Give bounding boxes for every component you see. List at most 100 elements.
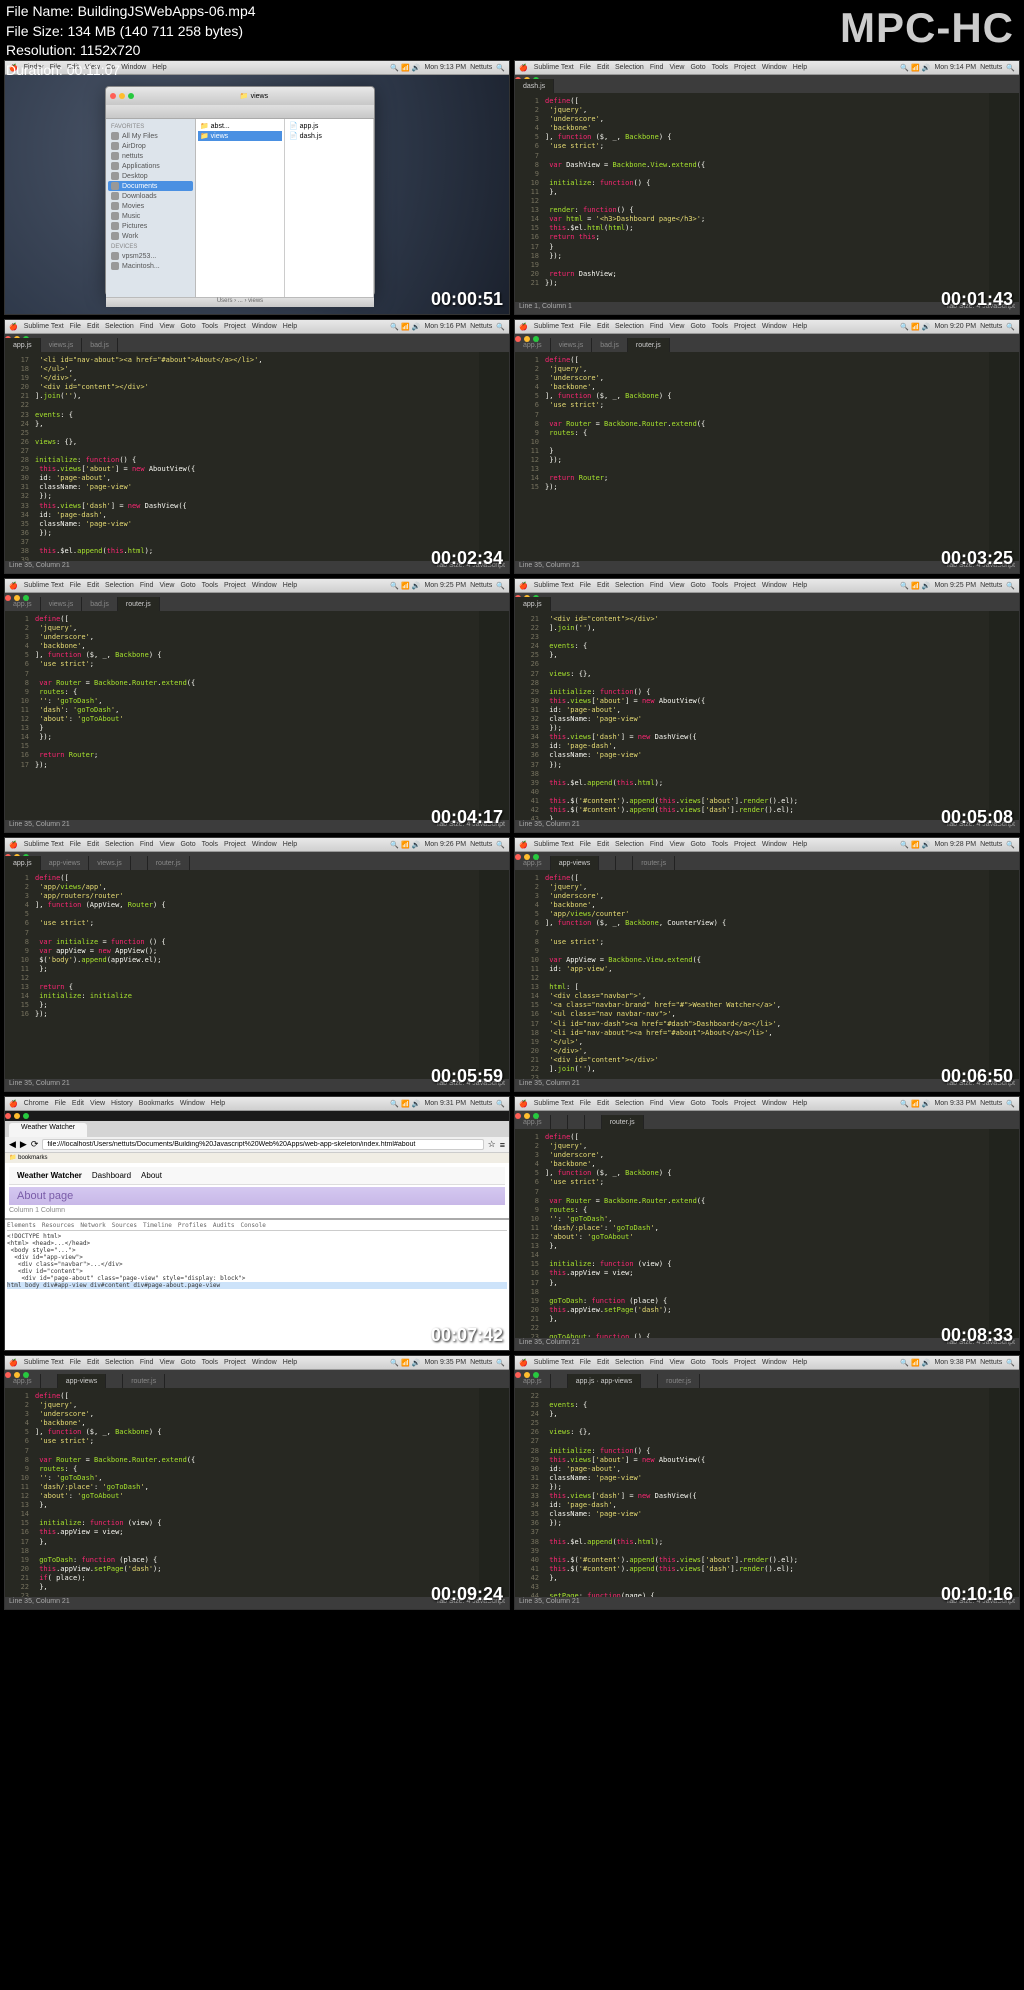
menu-item[interactable]: Goto — [180, 841, 195, 848]
traffic-lights[interactable] — [5, 1113, 29, 1119]
devtools-tab[interactable]: Console — [241, 1222, 266, 1229]
menu-item[interactable]: Edit — [87, 323, 99, 330]
editor-tab[interactable]: views.js — [41, 338, 83, 352]
video-thumbnail[interactable]: 🍎Sublime TextFileEditSelectionFindViewGo… — [514, 1096, 1020, 1351]
editor-tab[interactable] — [131, 856, 148, 870]
menu-item[interactable]: Selection — [615, 1359, 644, 1366]
menu-item[interactable]: Edit — [597, 582, 609, 589]
menu-item[interactable]: Help — [793, 1359, 807, 1366]
menu-item[interactable]: History — [111, 1100, 133, 1107]
browser-tab[interactable]: Weather Watcher — [9, 1123, 87, 1137]
apple-icon[interactable]: 🍎 — [519, 841, 528, 849]
menu-item[interactable]: Goto — [690, 841, 705, 848]
editor-tab[interactable]: dash.js — [515, 79, 554, 93]
apple-icon[interactable]: 🍎 — [519, 1100, 528, 1108]
menu-item[interactable]: Tools — [202, 841, 218, 848]
menu-item[interactable]: Window — [762, 1100, 787, 1107]
menu-item[interactable]: Find — [650, 1100, 664, 1107]
editor-tab[interactable]: views.js — [41, 597, 83, 611]
editor-tab[interactable]: app.js — [5, 856, 41, 870]
sidebar-item[interactable]: Desktop — [108, 171, 193, 181]
menu-item[interactable]: File — [70, 1359, 81, 1366]
menu-item[interactable]: View — [159, 841, 174, 848]
menu-item[interactable]: Window — [762, 1359, 787, 1366]
editor-tab[interactable]: app.js — [515, 338, 551, 352]
editor-tab[interactable]: views.js — [551, 338, 593, 352]
editor-tab[interactable]: router.js — [633, 856, 675, 870]
menu-item[interactable]: Help — [793, 1100, 807, 1107]
menu-item[interactable]: Tools — [712, 64, 728, 71]
menu-item[interactable]: Goto — [690, 1359, 705, 1366]
menu-item[interactable]: Sublime Text — [24, 323, 64, 330]
menu-item[interactable]: Project — [734, 1359, 756, 1366]
menu-item[interactable]: Help — [283, 323, 297, 330]
menu-item[interactable]: Find — [650, 323, 664, 330]
devtools-tab[interactable]: Audits — [213, 1222, 235, 1229]
devtools-tab[interactable]: Profiles — [178, 1222, 207, 1229]
sidebar-item[interactable]: Macintosh... — [108, 261, 193, 271]
editor-tab[interactable] — [599, 856, 616, 870]
menu-item[interactable]: Edit — [87, 841, 99, 848]
menu-item[interactable]: Goto — [180, 1359, 195, 1366]
menu-item[interactable]: Sublime Text — [534, 323, 574, 330]
menu-item[interactable]: Window — [180, 1100, 205, 1107]
sidebar-item[interactable]: Documents — [108, 181, 193, 191]
menu-item[interactable]: Tools — [202, 323, 218, 330]
code-editor[interactable]: 1define([2 'jquery',3 'underscore',4 'ba… — [515, 1129, 1019, 1351]
video-thumbnail[interactable]: 🍎Sublime TextFileEditSelectionFindViewGo… — [514, 60, 1020, 315]
finder-item[interactable]: 📁 views — [198, 131, 282, 141]
menu-item[interactable]: Goto — [180, 582, 195, 589]
sidebar-item[interactable]: AirDrop — [108, 141, 193, 151]
menu-item[interactable]: Tools — [712, 323, 728, 330]
finder-item[interactable]: 📄 app.js — [287, 121, 371, 131]
menu-item[interactable]: Sublime Text — [24, 582, 64, 589]
video-thumbnail[interactable]: 🍎Sublime TextFileEditSelectionFindViewGo… — [4, 837, 510, 1092]
menu-item[interactable]: Project — [734, 582, 756, 589]
editor-tab[interactable]: app.js — [5, 338, 41, 352]
minimap[interactable] — [479, 352, 509, 574]
menu-item[interactable]: Selection — [615, 582, 644, 589]
minimap[interactable] — [479, 870, 509, 1092]
menu-item[interactable]: Tools — [202, 1359, 218, 1366]
devtools-tab[interactable]: Network — [80, 1222, 105, 1229]
bookmarks-bar[interactable]: 📁 bookmarks — [5, 1153, 509, 1163]
menu-item[interactable]: Goto — [690, 582, 705, 589]
editor-tab[interactable]: router.js — [628, 338, 670, 352]
menu-item[interactable]: Sublime Text — [534, 582, 574, 589]
menu-item[interactable]: Find — [140, 1359, 154, 1366]
editor-tab[interactable]: bad.js — [592, 338, 628, 352]
menu-item[interactable]: File — [580, 323, 591, 330]
editor-tab[interactable] — [41, 1374, 58, 1388]
menu-item[interactable]: Selection — [615, 841, 644, 848]
video-thumbnail[interactable]: 🍎Sublime TextFileEditSelectionFindViewGo… — [4, 578, 510, 833]
code-editor[interactable]: 17 '<li id="nav-about"><a href="#about">… — [5, 352, 509, 574]
sidebar-item[interactable]: Pictures — [108, 221, 193, 231]
editor-tab[interactable]: app.js — [5, 597, 41, 611]
menu-item[interactable]: Project — [224, 841, 246, 848]
bookmark-icon[interactable]: ☆ — [488, 1139, 496, 1150]
forward-button[interactable]: ▶ — [20, 1139, 27, 1150]
menu-item[interactable]: Edit — [597, 1359, 609, 1366]
minimap[interactable] — [989, 870, 1019, 1092]
devtools-panel[interactable]: ElementsResourcesNetworkSourcesTimelineP… — [5, 1218, 509, 1313]
devtools-tab[interactable]: Sources — [112, 1222, 137, 1229]
editor-tab[interactable]: app-views — [551, 856, 600, 870]
apple-icon[interactable]: 🍎 — [9, 1359, 18, 1367]
menu-item[interactable]: Window — [252, 323, 277, 330]
editor-tab[interactable]: app-views — [41, 856, 90, 870]
sidebar-item[interactable]: Music — [108, 211, 193, 221]
editor-tab[interactable]: views.js — [89, 856, 131, 870]
finder-toolbar[interactable] — [106, 105, 374, 119]
menu-item[interactable]: Goto — [690, 64, 705, 71]
menu-item[interactable]: Selection — [105, 841, 134, 848]
code-editor[interactable]: 1define([2 'jquery',3 'underscore',4 'ba… — [515, 352, 1019, 574]
menu-item[interactable]: Find — [140, 841, 154, 848]
menu-item[interactable]: Find — [650, 582, 664, 589]
menu-item[interactable]: Project — [734, 1100, 756, 1107]
sidebar-item[interactable]: vpsm253... — [108, 251, 193, 261]
minimap[interactable] — [479, 611, 509, 833]
menu-item[interactable]: Window — [762, 841, 787, 848]
reload-button[interactable]: ⟳ — [31, 1139, 39, 1150]
video-thumbnail[interactable]: 🍎Sublime TextFileEditSelectionFindViewGo… — [514, 578, 1020, 833]
navbar-brand[interactable]: Weather Watcher — [17, 1171, 82, 1180]
